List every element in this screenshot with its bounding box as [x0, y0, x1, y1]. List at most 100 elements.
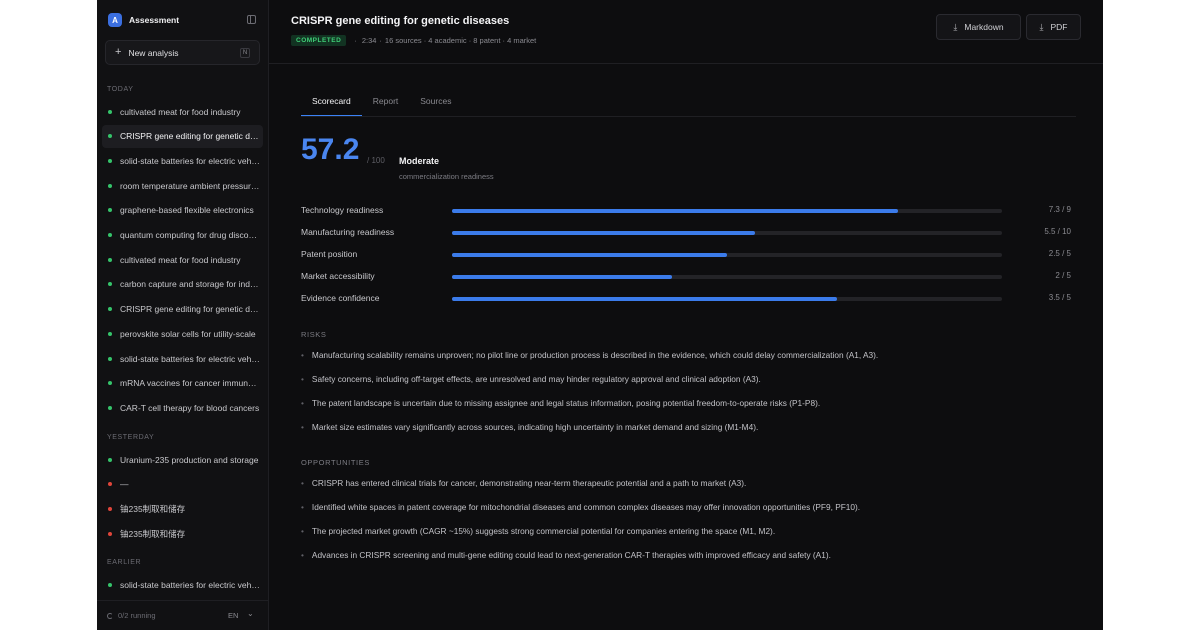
meta-separator: ·	[379, 36, 382, 45]
overall-score: 57.2	[301, 133, 360, 166]
metric-bar-fill	[452, 253, 727, 257]
risk-item: • Safety concerns, including off-target e…	[301, 374, 761, 384]
metric-bar-fill	[452, 297, 837, 301]
tab-report[interactable]: Report	[362, 92, 410, 117]
status-dot	[108, 233, 112, 237]
opportunity-item: • Advances in CRISPR screening and multi-…	[301, 550, 831, 560]
history-item-label: CAR-T cell therapy for blood cancers	[120, 402, 260, 413]
export-markdown-label: Markdown	[964, 22, 1004, 32]
risk-item: • Market size estimates vary significantl…	[301, 422, 758, 432]
history-item[interactable]: solid-state batteries for electric vehic…	[102, 573, 263, 596]
opportunity-item: • The projected market growth (CAGR ~15%)…	[301, 526, 775, 536]
history-item[interactable]: CRISPR gene editing for genetic diseases	[102, 298, 263, 321]
metric-row: Technology readiness 7.3 / 9	[301, 205, 1071, 219]
brand: A Assessment	[108, 12, 179, 28]
score-max: / 100	[367, 156, 385, 165]
bullet-text: Advances in CRISPR screening and multi-g…	[311, 550, 831, 560]
page-title: CRISPR gene editing for genetic diseases	[291, 15, 510, 27]
brand-logo: A	[108, 13, 122, 27]
risk-item: • Manufacturing scalability remains unpro…	[301, 350, 878, 360]
plus-icon: +	[115, 46, 122, 58]
status-dot	[108, 134, 112, 139]
history-item-label: Uranium-235 production and storage	[120, 454, 259, 465]
history-item[interactable]: quantum computing for drug discovery	[102, 224, 263, 247]
metric-value: 3.5 / 5	[1048, 293, 1071, 302]
chevron-down-icon[interactable]: ⌄	[247, 609, 254, 618]
running-status: 0/2 running	[107, 611, 156, 620]
history-item-label: room temperature ambient pressure superc…	[120, 180, 260, 191]
metric-value: 7.3 / 9	[1048, 205, 1071, 214]
history-item[interactable]: 铀235制取和储存	[102, 522, 263, 545]
metric-bar-fill	[452, 209, 899, 213]
metric-bar-fill	[452, 231, 755, 235]
verdict: Moderate	[399, 156, 440, 166]
export-pdf-button[interactable]: ⤓ PDF	[1026, 14, 1081, 40]
history-item[interactable]: cultivated meat for food industry	[102, 248, 263, 271]
history-item-label: cultivated meat for food industry	[120, 106, 241, 117]
tab-scorecard[interactable]: Scorecard	[301, 92, 362, 117]
running-text: 0/2 running	[118, 611, 156, 620]
history-item-label: 铀235制取和储存	[120, 528, 186, 539]
bullet-text: Manufacturing scalability remains unprov…	[311, 350, 879, 360]
history-item[interactable]: room temperature ambient pressure superc…	[102, 174, 263, 197]
metric-row: Patent position 2.5 / 5	[301, 249, 1071, 263]
history-group-label: TODAY	[107, 86, 134, 93]
sidebar-footer: 0/2 running EN ⌄	[97, 600, 268, 630]
metric-bar	[452, 231, 1002, 235]
tab-divider	[301, 116, 1076, 117]
status-dot	[108, 405, 112, 410]
status-dot	[108, 457, 112, 462]
opportunity-item: • CRISPR has entered clinical trials for …	[301, 478, 746, 488]
history-item[interactable]: 铀235制取和储存	[102, 497, 263, 520]
bullet-icon: •	[301, 350, 304, 360]
history-item-label: carbon capture and storage for industry	[120, 279, 260, 290]
history-item[interactable]: perovskite solar cells for utility-scale	[102, 322, 263, 345]
download-icon: ⤓	[1039, 21, 1044, 32]
history-item[interactable]: —	[102, 473, 263, 496]
metric-row: Evidence confidence 3.5 / 5	[301, 293, 1071, 307]
history-item[interactable]: solid-state batteries for electric vehic…	[102, 149, 263, 172]
new-analysis-label: New analysis	[128, 47, 179, 58]
history-item-label: CRISPR gene editing for genetic diseases	[120, 131, 260, 142]
history-item-label: cultivated meat for food industry	[120, 254, 241, 265]
history-item-label: mRNA vaccines for cancer immunotherapy	[120, 378, 260, 389]
main-panel: CRISPR gene editing for genetic diseases…	[269, 0, 1103, 630]
metric-label: Market accessibility	[301, 271, 375, 281]
bullet-icon: •	[301, 550, 304, 560]
metric-label: Manufacturing readiness	[301, 227, 395, 237]
history-item-label: solid-state batteries for electric vehic…	[120, 155, 260, 166]
history-item[interactable]: Uranium-235 production and storage	[102, 448, 263, 471]
verdict-subtitle: commercialization readiness	[399, 172, 494, 181]
risk-item: • The patent landscape is uncertain due t…	[301, 398, 820, 408]
bullet-icon: •	[301, 422, 304, 432]
language-select[interactable]: EN	[228, 611, 238, 620]
history-item[interactable]: carbon capture and storage for industry	[102, 273, 263, 296]
export-markdown-button[interactable]: ⤓ Markdown	[936, 14, 1021, 40]
bullet-text: CRISPR has entered clinical trials for c…	[311, 478, 747, 488]
history-item[interactable]: cultivated meat for food industry	[102, 100, 263, 123]
history-item[interactable]: CRISPR gene editing for genetic diseases	[102, 124, 263, 148]
history-item-label: solid-state batteries for electric vehic…	[120, 353, 260, 364]
meta-separator: ·	[354, 36, 357, 45]
status-badge: COMPLETED	[291, 35, 347, 46]
metric-value: 5.5 / 10	[1044, 227, 1071, 236]
history-item[interactable]: mRNA vaccines for cancer immunotherapy	[102, 372, 263, 395]
metric-value: 2 / 5	[1055, 271, 1071, 280]
metric-value: 2.5 / 5	[1048, 249, 1071, 258]
tab-sources[interactable]: Sources	[409, 92, 462, 117]
status-dot	[108, 531, 112, 536]
bullet-icon: •	[301, 398, 304, 408]
status-dot	[108, 282, 112, 287]
bullet-icon: •	[301, 478, 304, 488]
sidebar-toggle-icon[interactable]	[247, 15, 256, 24]
bullet-icon: •	[301, 526, 304, 536]
status-dot	[108, 158, 112, 163]
history-item[interactable]: graphene-based flexible electronics	[102, 199, 263, 222]
metric-row: Manufacturing readiness 5.5 / 10	[301, 227, 1071, 241]
app-window: A Assessment + New analysis N TODAY culti…	[97, 0, 1103, 630]
brand-name: Assessment	[129, 15, 180, 25]
metric-bar	[452, 253, 1002, 257]
new-analysis-button[interactable]: + New analysis N	[105, 40, 260, 65]
history-item[interactable]: CAR-T cell therapy for blood cancers	[102, 396, 263, 419]
history-item[interactable]: solid-state batteries for electric vehic…	[102, 347, 263, 370]
